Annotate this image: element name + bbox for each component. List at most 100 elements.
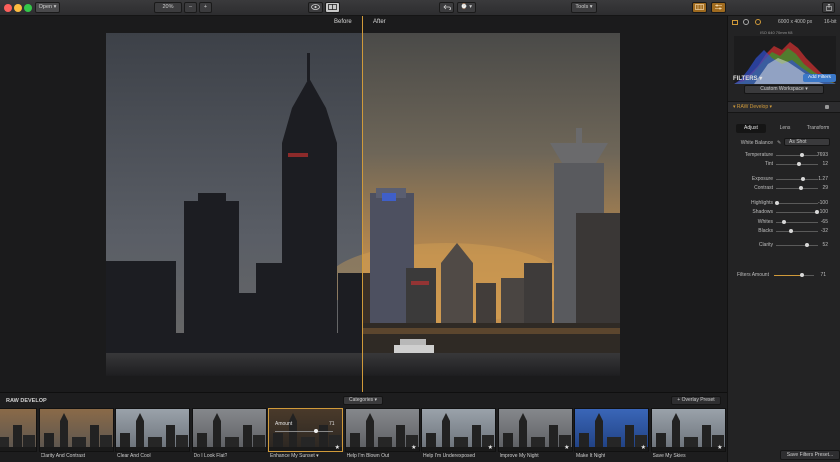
adjustment-label: Contrast [754, 185, 773, 191]
slider-knob[interactable] [797, 162, 801, 166]
histogram-toggle-icon[interactable] [755, 19, 761, 25]
favorite-star-icon[interactable]: ★ [335, 444, 340, 451]
adjustment-value: 100 [819, 209, 828, 215]
preset-thumbnail[interactable]: Amount 71 ★ [268, 408, 343, 452]
compare-divider-handle[interactable] [362, 16, 363, 392]
overlay-preset-button[interactable]: + Overlay Preset [671, 396, 721, 405]
adjustment-slider[interactable] [775, 201, 818, 205]
sliders-icon [715, 4, 722, 10]
tab-lens[interactable]: Lens [770, 124, 800, 133]
compare-split-button[interactable] [325, 2, 340, 13]
preset-thumbnail[interactable] [191, 408, 267, 452]
adjustment-slider[interactable] [776, 162, 818, 166]
preset-thumbnail[interactable] [115, 408, 190, 452]
image-bitdepth: 16-bit [824, 19, 837, 25]
layers-icon[interactable] [743, 19, 749, 25]
adjustment-slider[interactable] [776, 220, 818, 224]
preset-thumbnail[interactable]: ★ [650, 408, 726, 452]
raw-develop-title[interactable]: ▾ RAW Develop ▾ [733, 104, 772, 110]
zoom-in-button[interactable]: + [199, 2, 212, 13]
tab-transform[interactable]: Transform [802, 124, 834, 133]
adjustment-value: -32 [820, 228, 828, 234]
share-icon [825, 3, 832, 11]
image-dimensions: 6000 x 4000 px [778, 19, 813, 25]
preset-thumbnail[interactable] [0, 408, 37, 452]
preset-thumbnail[interactable] [38, 408, 114, 452]
adjustment-value: 12 [822, 161, 828, 167]
zoom-window-button[interactable] [24, 4, 32, 12]
preset-thumbnail[interactable]: ★ [421, 408, 496, 452]
preset-thumbnail[interactable]: ★ [497, 408, 573, 452]
favorite-star-icon[interactable]: ★ [641, 444, 646, 451]
preset-label: Help I'm Blown Out [346, 453, 390, 459]
adjustment-slider[interactable] [776, 210, 819, 214]
city-skyline-image [106, 33, 620, 376]
preset-thumbnail[interactable]: ★ [574, 408, 649, 452]
white-balance-label: White Balance [740, 140, 773, 146]
adjustment-slider[interactable] [776, 153, 818, 157]
slider-knob[interactable] [782, 220, 787, 224]
tab-adjust[interactable]: Adjust [736, 124, 766, 133]
close-window-button[interactable] [4, 4, 12, 12]
zoom-out-button[interactable]: – [184, 2, 197, 13]
adjustment-label: Temperature [744, 152, 773, 158]
app-window: Open ▾ 20% – + ⌚ ▾ Tools ▾ Before After [0, 0, 840, 462]
workspace-dropdown[interactable]: Custom Workspace ▾ [744, 85, 824, 94]
adjustment-label: Clarity [758, 242, 773, 248]
adjustment-label: Blacks [758, 228, 773, 234]
presets-panel-toggle[interactable] [692, 2, 707, 13]
adjustment-slider[interactable] [776, 186, 818, 190]
adjustment-value: 29 [822, 185, 828, 191]
tools-button[interactable]: Tools ▾ [571, 2, 597, 13]
slider-knob[interactable] [788, 229, 793, 233]
slider-knob[interactable] [799, 186, 803, 190]
add-filters-button[interactable]: Add Filters [803, 74, 836, 82]
split-view-icon [328, 4, 337, 10]
adjust-tabs: Adjust Lens Transform [736, 124, 834, 133]
slider-knob[interactable] [800, 177, 805, 181]
undo-icon [442, 4, 451, 11]
slider-knob[interactable] [799, 153, 804, 157]
image-info-icon[interactable] [732, 20, 738, 25]
favorite-star-icon[interactable]: ★ [488, 444, 493, 451]
preset-amount-slider[interactable] [275, 429, 333, 433]
zoom-level-dropdown[interactable]: 20% [154, 2, 182, 13]
filters-amount-label: Filters Amount [737, 272, 769, 278]
favorite-star-icon[interactable]: ★ [717, 444, 722, 451]
filters-title[interactable]: FILTERS ▾ [733, 75, 762, 82]
slider-knob[interactable] [775, 201, 779, 205]
undo-button[interactable] [439, 2, 454, 13]
filters-panel-toggle[interactable] [711, 2, 726, 13]
favorite-star-icon[interactable]: ★ [564, 444, 569, 451]
preset-label: Enhance My Sunset ▾ [270, 453, 319, 459]
photo-canvas[interactable] [106, 33, 620, 376]
adjustment-slider[interactable] [776, 229, 818, 233]
preset-preview-image [498, 413, 572, 451]
eye-icon [311, 4, 320, 10]
open-button[interactable]: Open ▾ [35, 2, 60, 13]
preset-preview-image [192, 413, 266, 451]
favorite-star-icon[interactable]: ★ [411, 444, 416, 451]
eyedropper-icon[interactable]: ✎ [777, 140, 781, 146]
preset-thumbnail[interactable]: ★ [344, 408, 420, 452]
preset-preview-image [345, 413, 419, 451]
preset-label: Save My Skies [652, 453, 686, 459]
share-button[interactable] [822, 2, 835, 13]
save-filters-preset-button[interactable]: Save Filters Preset... [780, 450, 840, 460]
minimize-window-button[interactable] [14, 4, 22, 12]
preset-preview-image [39, 413, 113, 451]
slider-knob[interactable] [800, 273, 805, 277]
white-balance-dropdown[interactable]: As Shot [784, 138, 830, 146]
preset-label: Make It Night [576, 453, 606, 459]
history-button[interactable]: ⌚ ▾ [457, 2, 476, 13]
adjustment-slider[interactable] [776, 177, 818, 181]
preset-preview-image [651, 413, 725, 451]
after-label: After [373, 19, 386, 25]
adjustment-value: 52 [822, 242, 828, 248]
slider-knob[interactable] [805, 243, 810, 247]
adjustment-slider[interactable] [776, 243, 818, 247]
categories-dropdown[interactable]: Categories ▾ [343, 396, 383, 405]
lock-icon[interactable] [825, 105, 829, 109]
preview-eye-button[interactable] [308, 2, 323, 13]
filters-amount-slider[interactable] [774, 273, 814, 277]
